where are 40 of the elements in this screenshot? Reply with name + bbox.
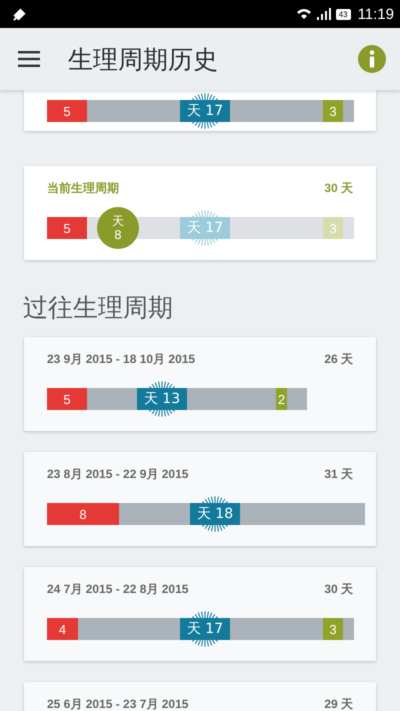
cycle-length: 30 天 — [324, 581, 353, 598]
current-cycle-label: 当前生理周期 — [47, 180, 119, 197]
cycle-dates: 25 6月 2015 - 23 7月 2015 — [47, 696, 188, 711]
cycle-length: 29 天 — [324, 696, 353, 711]
info-icon[interactable] — [358, 45, 386, 73]
page-title: 生理周期历史 — [68, 44, 218, 76]
period-days: 8 — [47, 503, 119, 525]
battery-level: 43 — [336, 8, 351, 20]
period-days: 5 — [47, 100, 87, 122]
cycle-length: 30 天 — [324, 180, 353, 197]
ovulation-day: 天 17 — [180, 100, 230, 122]
section-heading: 过往生理周期 — [23, 292, 174, 324]
fertile-days: 3 — [323, 217, 343, 239]
cycle-dates: 23 9月 2015 - 18 10月 2015 — [47, 351, 196, 368]
wifi-icon — [296, 7, 312, 21]
period-days: 4 — [47, 618, 78, 640]
cycle-length: 31 天 — [324, 466, 353, 483]
current-cycle-card[interactable]: 当前生理周期 30 天 5 天 8 天 17 3 — [24, 166, 376, 260]
notification-icon — [12, 6, 27, 22]
fertile-days: 2 — [276, 388, 287, 410]
ovulation-day: 天 17 — [180, 217, 230, 239]
cycle-card[interactable]: 23 9月 2015 - 18 10月 2015 26 天 5 天 13 2 — [24, 337, 376, 431]
cycle-card[interactable]: 24 7月 2015 - 22 8月 2015 30 天 4 天 17 3 — [24, 567, 376, 661]
ovulation-day: 天 18 — [190, 503, 240, 525]
menu-icon[interactable] — [18, 50, 42, 68]
signal-icon — [316, 7, 332, 21]
cycle-card[interactable]: 5 天 17 3 — [24, 90, 376, 131]
period-days: 5 — [47, 388, 87, 410]
cycle-dates: 24 7月 2015 - 22 8月 2015 — [47, 581, 188, 598]
ovulation-day: 天 13 — [137, 388, 187, 410]
clock-time: 11:19 — [358, 6, 394, 22]
today-marker: 天 8 — [97, 207, 139, 249]
ovulation-day: 天 17 — [180, 618, 230, 640]
cycle-length: 26 天 — [324, 351, 353, 368]
fertile-days: 3 — [323, 100, 343, 122]
period-days: 5 — [47, 217, 87, 239]
cycle-card[interactable]: 23 8月 2015 - 22 9月 2015 31 天 8 天 18 — [24, 452, 376, 546]
fertile-days: 3 — [323, 618, 343, 640]
cycle-card[interactable]: 25 6月 2015 - 23 7月 2015 29 天 — [24, 682, 376, 711]
cycle-dates: 23 8月 2015 - 22 9月 2015 — [47, 466, 188, 483]
